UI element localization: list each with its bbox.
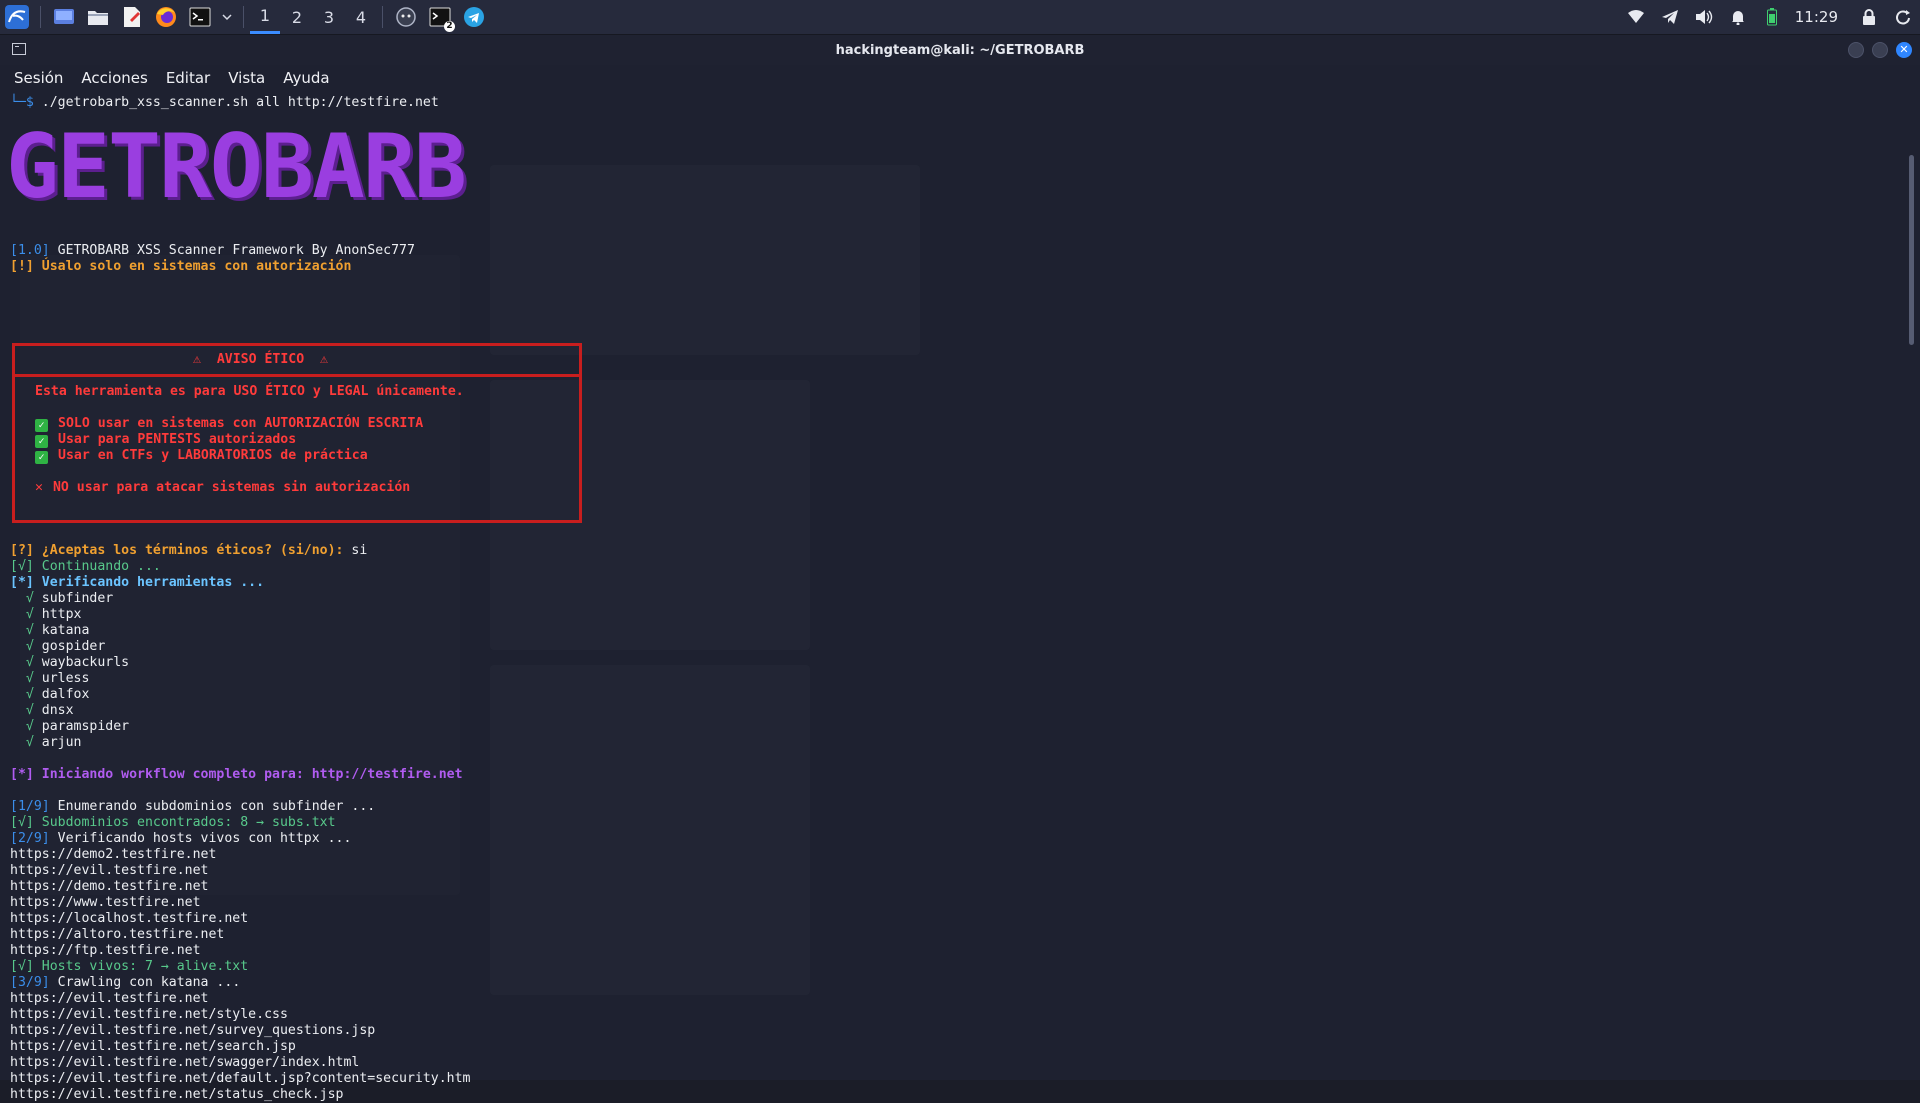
menu-vista[interactable]: Vista (228, 69, 265, 87)
tool-item: √ katana (10, 623, 90, 638)
telegram-icon[interactable] (459, 2, 489, 32)
host-url: https://demo.testfire.net (10, 879, 209, 894)
ethics-intro: Esta herramienta es para USO ÉTICO y LEG… (35, 384, 464, 399)
accept-answer: si (343, 543, 368, 558)
workspace-3[interactable]: 3 (314, 0, 344, 34)
power-icon[interactable] (1886, 0, 1920, 34)
tool-item: √ arjun (10, 735, 82, 750)
tool-item: √ paramspider (10, 719, 130, 734)
terminal-count-badge: 2 (444, 21, 455, 32)
firefox-icon[interactable] (151, 2, 181, 32)
crawled-url: https://evil.testfire.net/search.jsp (10, 1039, 296, 1054)
step2-result: [√] Hosts vivos: 7 → alive.txt (10, 959, 249, 974)
cross-icon: ✕ (35, 480, 43, 495)
check-icon: ✓ (35, 451, 48, 464)
anonymous-app-icon[interactable] (391, 2, 421, 32)
crawled-url: https://evil.testfire.net/style.css (10, 1007, 288, 1022)
window-menu-icon[interactable] (12, 43, 26, 55)
step1-result: [√] Subdominios encontrados: 8 → subs.tx… (10, 815, 336, 830)
workflow-line: [*] Iniciando workflow completo para: ht… (10, 767, 463, 782)
host-url: https://localhost.testfire.net (10, 911, 249, 926)
accept-question: [?] ¿Aceptas los términos éticos? (si/no… (10, 543, 344, 558)
terminal-scrollbar[interactable] (1909, 155, 1914, 345)
menu-ayuda[interactable]: Ayuda (283, 69, 329, 87)
version-line: [1.0] GETROBARB XSS Scanner Framework By… (10, 243, 415, 259)
step2-line: [2/9] Verificando hosts vivos con httpx … (10, 831, 352, 846)
verifying-tools-line: [*] Verificando herramientas ... (10, 575, 265, 590)
tool-item: √ dalfox (10, 687, 90, 702)
command-args: all http://testfire.net (248, 95, 439, 110)
host-url: https://ftp.testfire.net (10, 943, 201, 958)
text-editor-icon[interactable] (117, 2, 147, 32)
host-url: https://altoro.testfire.net (10, 927, 225, 942)
crawled-url: https://evil.testfire.net/default.jsp?co… (10, 1071, 471, 1086)
host-url: https://www.testfire.net (10, 895, 201, 910)
ethics-allowed-item: ✓ Usar para PENTESTS autorizados (35, 432, 296, 448)
menu-sesion[interactable]: Sesión (14, 69, 63, 87)
taskbar-separator (382, 6, 383, 28)
terminal-launcher-icon[interactable] (185, 2, 215, 32)
ethics-forbidden-item: ✕ NO usar para atacar sistemas sin autori… (35, 480, 411, 495)
prompt-prefix: └─$ (10, 95, 34, 110)
command-line: └─$ ./getrobarb_xss_scanner.sh all http:… (10, 95, 439, 111)
clock[interactable]: 11:29 (1795, 8, 1838, 26)
check-icon: ✓ (35, 435, 48, 448)
tool-item: √ waybackurls (10, 655, 130, 670)
accept-line: [?] ¿Aceptas los términos éticos? (si/no… (10, 543, 367, 559)
window-titlebar[interactable]: hackingteam@kali: ~/GETROBARB ✕ (0, 35, 1920, 65)
taskbar-separator (243, 6, 244, 28)
crawled-url: https://evil.testfire.net/survey_questio… (10, 1023, 376, 1038)
kali-menu-icon[interactable] (2, 2, 32, 32)
chevron-down-icon[interactable] (219, 2, 235, 32)
close-button[interactable]: ✕ (1896, 42, 1912, 58)
tool-item: √ subfinder (10, 591, 114, 606)
terminal-output[interactable]: └─$ ./getrobarb_xss_scanner.sh all http:… (0, 95, 1900, 1102)
minimize-button[interactable] (1848, 42, 1864, 58)
menu-editar[interactable]: Editar (166, 69, 210, 87)
host-url: https://demo2.testfire.net (10, 847, 217, 862)
wifi-icon[interactable] (1619, 0, 1653, 34)
ethics-allowed-item: ✓ Usar en CTFs y LABORATORIOS de práctica (35, 448, 368, 464)
command-script: ./getrobarb_xss_scanner.sh (41, 95, 249, 110)
step1-line: [1/9] Enumerando subdominios con subfind… (10, 799, 376, 814)
notifications-bell-icon[interactable] (1721, 0, 1755, 34)
workspace-2[interactable]: 2 (282, 0, 312, 34)
show-desktop-icon[interactable] (49, 2, 79, 32)
version-tag: [1.0] (10, 243, 50, 258)
file-manager-icon[interactable] (83, 2, 113, 32)
send-icon[interactable] (1653, 0, 1687, 34)
ethics-title: ⚠ AVISO ÉTICO ⚠ (193, 352, 328, 367)
check-icon: ✓ (35, 419, 48, 432)
version-text: GETROBARB XSS Scanner Framework By AnonS… (49, 243, 415, 258)
workspace-4[interactable]: 4 (346, 0, 376, 34)
workspace-1[interactable]: 1 (250, 0, 280, 34)
step3-line: [3/9] Crawling con katana ... (10, 975, 241, 990)
terminal-task-icon[interactable]: 2 (425, 2, 455, 32)
tool-item: √ httpx (10, 607, 82, 622)
tool-item: √ dnsx (10, 703, 74, 718)
host-url: https://evil.testfire.net (10, 863, 209, 878)
ethics-divider (15, 374, 579, 377)
window-title: hackingteam@kali: ~/GETROBARB (835, 42, 1085, 58)
tool-item: √ urless (10, 671, 90, 686)
maximize-button[interactable] (1872, 42, 1888, 58)
terminal-window: hackingteam@kali: ~/GETROBARB ✕ Sesión A… (0, 35, 1920, 1102)
crawled-url: https://evil.testfire.net/swagger/index.… (10, 1055, 360, 1070)
battery-icon[interactable] (1755, 0, 1789, 34)
crawled-url: https://evil.testfire.net/status_check.j… (10, 1087, 344, 1102)
taskbar-separator (40, 6, 41, 28)
getrobarb-banner: GETROBARB (6, 115, 467, 218)
lock-screen-icon[interactable] (1852, 0, 1886, 34)
taskbar: 1 2 3 4 2 11:29 (0, 0, 1920, 35)
volume-icon[interactable] (1687, 0, 1721, 34)
crawled-url: https://evil.testfire.net (10, 991, 209, 1006)
continuing-line: [√] Continuando ... (10, 559, 161, 574)
ethics-allowed-item: ✓ SOLO usar en sistemas con AUTORIZACIÓN … (35, 416, 423, 432)
ethics-notice-box: ⚠ AVISO ÉTICO ⚠ Esta herramienta es para… (12, 343, 582, 523)
menu-acciones[interactable]: Acciones (81, 69, 147, 87)
tool-item: √ gospider (10, 639, 106, 654)
authorization-warning: [!] Úsalo solo en sistemas con autorizac… (10, 259, 352, 274)
menu-bar: Sesión Acciones Editar Vista Ayuda (0, 65, 1920, 91)
